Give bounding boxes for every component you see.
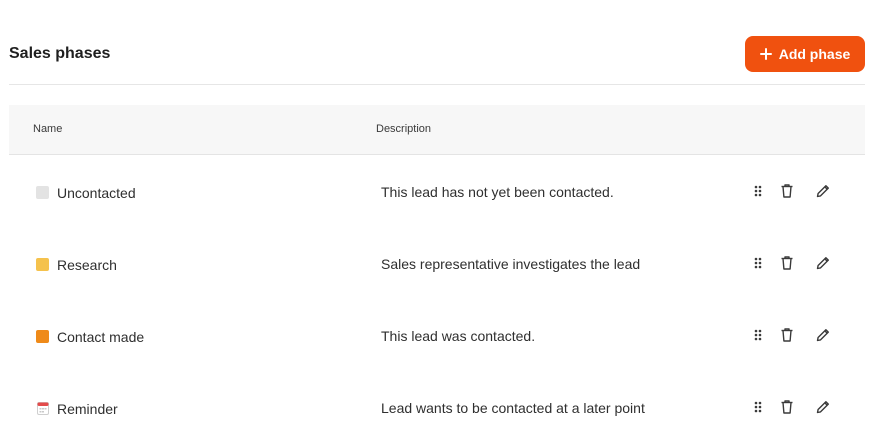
pencil-icon[interactable] bbox=[815, 183, 831, 199]
phase-color-swatch bbox=[36, 186, 49, 199]
add-phase-label: Add phase bbox=[778, 46, 851, 62]
phase-color-swatch bbox=[36, 330, 49, 343]
plus-icon bbox=[759, 48, 772, 60]
table-row: Reminder Lead wants to be contacted at a… bbox=[9, 372, 865, 444]
drag-handle-icon[interactable] bbox=[750, 183, 766, 199]
trash-icon[interactable] bbox=[779, 255, 795, 271]
table-row: Research Sales representative investigat… bbox=[9, 228, 865, 300]
phase-name: Reminder bbox=[57, 401, 118, 417]
drag-handle-icon[interactable] bbox=[750, 399, 766, 415]
page-header: Sales phases Add phase bbox=[9, 36, 865, 72]
phase-description: This lead was contacted. bbox=[381, 328, 536, 344]
pencil-icon[interactable] bbox=[815, 399, 831, 415]
phase-description: This lead has not yet been contacted. bbox=[381, 184, 614, 200]
table-row: Uncontacted This lead has not yet been c… bbox=[9, 156, 865, 228]
phase-description: Sales representative investigates the le… bbox=[381, 256, 641, 272]
pencil-icon[interactable] bbox=[815, 255, 831, 271]
phase-name: Research bbox=[57, 257, 117, 273]
trash-icon[interactable] bbox=[779, 183, 795, 199]
trash-icon[interactable] bbox=[779, 327, 795, 343]
pencil-icon[interactable] bbox=[815, 327, 831, 343]
phase-description: Lead wants to be contacted at a later po… bbox=[381, 400, 645, 416]
table-header: Name Description bbox=[9, 105, 865, 155]
phase-name: Uncontacted bbox=[57, 185, 136, 201]
add-phase-button[interactable]: Add phase bbox=[745, 36, 865, 72]
phase-name: Contact made bbox=[57, 329, 145, 345]
phase-color-swatch bbox=[36, 258, 49, 271]
header-divider bbox=[9, 84, 865, 85]
column-header-description: Description bbox=[376, 123, 432, 135]
drag-handle-icon[interactable] bbox=[750, 255, 766, 271]
calendar-icon bbox=[37, 402, 49, 415]
column-header-name: Name bbox=[33, 123, 63, 135]
table-row: Contact made This lead was contacted. bbox=[9, 300, 865, 372]
page-title: Sales phases bbox=[9, 45, 111, 62]
drag-handle-icon[interactable] bbox=[750, 327, 766, 343]
trash-icon[interactable] bbox=[779, 399, 795, 415]
